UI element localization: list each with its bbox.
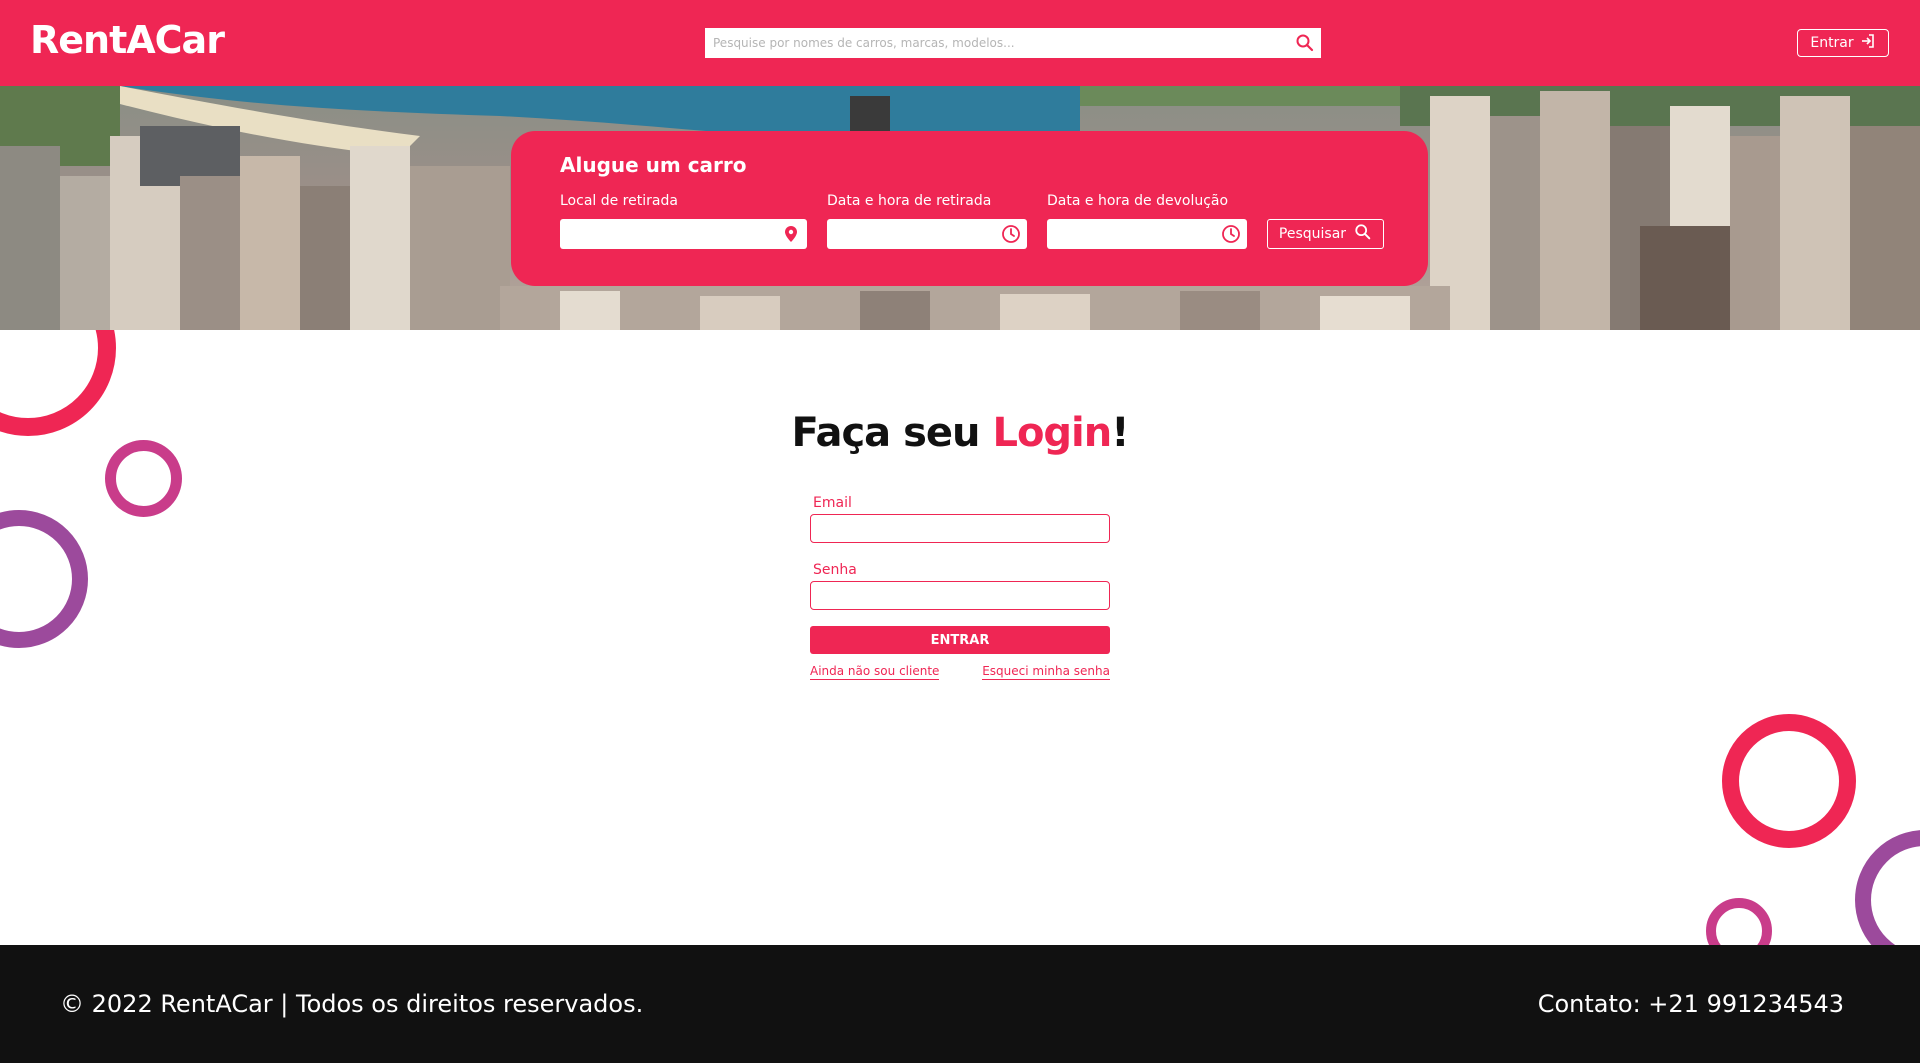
form-links: Ainda não sou cliente Esqueci minha senh… — [810, 664, 1110, 680]
logo[interactable]: RentACar — [30, 18, 225, 62]
decorative-ring — [1706, 898, 1772, 945]
rent-car-card: Alugue um carro Local de retirada Data e… — [511, 131, 1428, 286]
email-field[interactable] — [810, 514, 1110, 543]
return-datetime-label: Data e hora de devolução — [1047, 193, 1229, 209]
decorative-ring — [0, 510, 88, 648]
header-login-button[interactable]: Entrar — [1797, 29, 1889, 57]
login-title-prefix: Faça seu — [791, 410, 993, 456]
pickup-datetime-field[interactable] — [827, 219, 1027, 249]
sign-in-icon — [1860, 33, 1876, 53]
login-submit-button[interactable]: ENTRAR — [810, 626, 1110, 654]
email-label: Email — [813, 495, 852, 511]
signup-link[interactable]: Ainda não sou cliente — [810, 664, 940, 680]
top-navbar: RentACar Entrar — [0, 0, 1920, 86]
footer-copyright: © 2022 RentACar | Todos os direitos rese… — [60, 990, 644, 1018]
login-title-highlight: Login — [992, 410, 1112, 456]
pickup-datetime-label: Data e hora de retirada — [827, 193, 992, 209]
login-form: Email Senha ENTRAR Ainda não sou cliente… — [810, 495, 1110, 680]
search-icon — [1354, 223, 1372, 245]
rent-search-label: Pesquisar — [1278, 226, 1347, 242]
login-title-suffix: ! — [1111, 410, 1129, 456]
hero-banner: Alugue um carro Local de retirada Data e… — [0, 86, 1920, 330]
clock-icon — [1221, 224, 1241, 244]
footer-contact: Contato: +21 991234543 — [1537, 990, 1844, 1018]
rent-search-button[interactable]: Pesquisar — [1267, 219, 1384, 249]
return-datetime-field[interactable] — [1047, 219, 1247, 249]
location-pin-icon — [781, 224, 801, 244]
search-bar — [705, 28, 1321, 58]
password-field[interactable] — [810, 581, 1110, 610]
header-login-label: Entrar — [1810, 35, 1854, 51]
rent-card-title: Alugue um carro — [560, 153, 747, 177]
login-title: Faça seu Login! — [0, 410, 1920, 456]
decorative-ring — [1722, 714, 1856, 848]
footer: © 2022 RentACar | Todos os direitos rese… — [0, 945, 1920, 1063]
pickup-location-label: Local de retirada — [560, 193, 678, 209]
clock-icon — [1001, 224, 1021, 244]
password-label: Senha — [813, 562, 857, 578]
login-section: Faça seu Login! Email Senha ENTRAR Ainda… — [0, 330, 1920, 945]
decorative-ring — [1855, 830, 1920, 945]
pickup-location-field[interactable] — [560, 219, 807, 249]
search-input[interactable] — [705, 28, 1285, 58]
forgot-password-link[interactable]: Esqueci minha senha — [982, 664, 1110, 680]
search-icon[interactable] — [1295, 33, 1315, 53]
